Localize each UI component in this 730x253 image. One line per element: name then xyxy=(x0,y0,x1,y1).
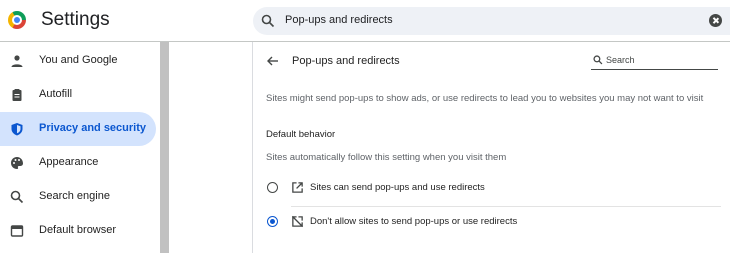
radio-button-selected[interactable] xyxy=(267,216,278,227)
scrollbar-thumb[interactable] xyxy=(160,42,169,253)
shield-icon xyxy=(11,123,23,136)
sidebar-scrollbar[interactable] xyxy=(160,42,169,253)
sidebar-item-label: Default browser xyxy=(39,224,117,236)
section-title: Default behavior xyxy=(266,129,336,140)
search-icon xyxy=(593,55,603,65)
app-title: Settings xyxy=(41,9,110,30)
search-icon xyxy=(10,190,24,204)
sidebar-item-search-engine[interactable]: Search engine xyxy=(0,180,156,214)
sidebar-item-you-and-google[interactable]: You and Google xyxy=(0,44,156,78)
search-input[interactable]: Pop-ups and redirects xyxy=(285,14,393,26)
search-placeholder[interactable]: Search xyxy=(606,55,635,65)
sidebar-item-default-browser[interactable]: Default browser xyxy=(0,214,156,248)
page-description: Sites might send pop-ups to show ads, or… xyxy=(266,93,704,104)
chrome-logo-icon xyxy=(8,11,26,29)
person-icon xyxy=(11,55,23,67)
clear-search-icon[interactable] xyxy=(709,14,722,27)
palette-icon xyxy=(11,157,23,169)
top-toolbar: Settings Pop-ups and redirects xyxy=(0,0,730,42)
sidebar-nav: You and Google Autofill Privacy and secu… xyxy=(0,42,160,253)
option-allow-popups[interactable]: Sites can send pop-ups and use redirects xyxy=(253,172,730,206)
settings-card: Pop-ups and redirects Search Sites might… xyxy=(252,42,730,253)
option-block-popups[interactable]: Don't allow sites to send pop-ups or use… xyxy=(253,206,730,240)
open-in-new-icon xyxy=(292,182,303,193)
settings-search-box[interactable]: Pop-ups and redirects xyxy=(253,7,730,35)
sidebar-item-label: Autofill xyxy=(39,88,73,100)
block-popup-icon xyxy=(291,215,304,228)
page-title: Pop-ups and redirects xyxy=(292,55,400,67)
site-search-field[interactable]: Search xyxy=(591,52,718,70)
section-subtitle: Sites automatically follow this setting … xyxy=(266,152,507,163)
search-icon xyxy=(261,14,275,28)
sidebar-item-label: Search engine xyxy=(39,190,110,202)
clipboard-icon xyxy=(12,89,22,101)
sidebar-item-label: Privacy and security xyxy=(39,122,147,134)
back-arrow-icon[interactable] xyxy=(266,54,280,68)
sidebar-item-privacy-and-security[interactable]: Privacy and security xyxy=(0,112,156,146)
sidebar-item-label: Appearance xyxy=(39,156,99,168)
radio-button[interactable] xyxy=(267,182,278,193)
sidebar-item-autofill[interactable]: Autofill xyxy=(0,78,156,112)
browser-window-icon xyxy=(10,225,24,237)
option-label: Don't allow sites to send pop-ups or use… xyxy=(310,216,518,227)
option-label: Sites can send pop-ups and use redirects xyxy=(310,182,485,193)
sidebar-item-appearance[interactable]: Appearance xyxy=(0,146,156,180)
sidebar-item-label: You and Google xyxy=(39,54,118,66)
